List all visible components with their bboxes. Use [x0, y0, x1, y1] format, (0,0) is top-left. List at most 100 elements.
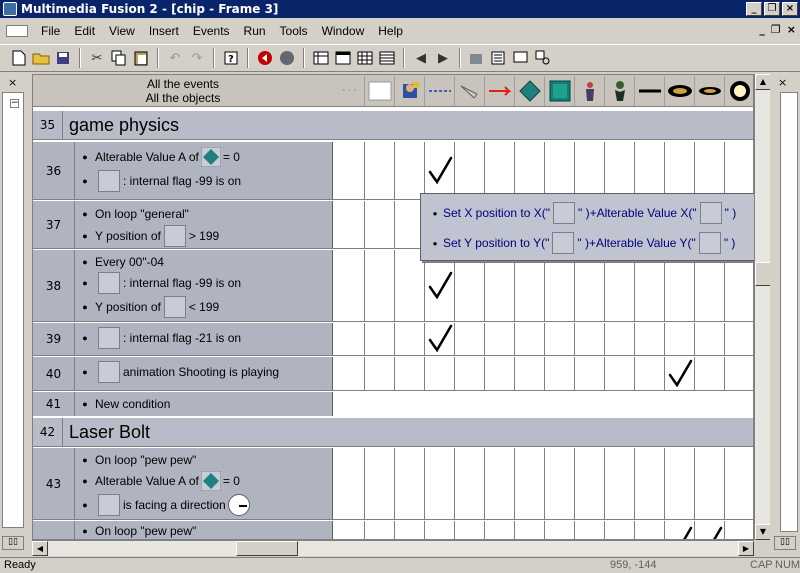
- condition[interactable]: ● Y position of < 199: [75, 295, 332, 319]
- condition[interactable]: ● Y position of > 199: [75, 224, 332, 248]
- action-cell[interactable]: [545, 357, 575, 390]
- action-cell[interactable]: [515, 521, 545, 539]
- action-cell[interactable]: [485, 448, 515, 519]
- insert-event-icon[interactable]: [488, 47, 510, 69]
- mdi-close-button[interactable]: ×: [787, 23, 796, 36]
- condition[interactable]: ● Every 00"-04: [75, 253, 332, 271]
- menu-file[interactable]: File: [34, 24, 67, 38]
- alien-object-icon[interactable]: [605, 75, 635, 106]
- action-cell[interactable]: [335, 142, 365, 199]
- action-cell[interactable]: [635, 323, 665, 355]
- event-list-icon[interactable]: [376, 47, 398, 69]
- previous-icon[interactable]: ◀: [410, 47, 432, 69]
- condition[interactable]: ● On loop "pew pew": [75, 522, 332, 539]
- action-cell[interactable]: [365, 323, 395, 355]
- action-cell[interactable]: [395, 142, 425, 199]
- insert-group-icon[interactable]: [532, 47, 554, 69]
- close-button[interactable]: ×: [782, 2, 798, 16]
- save-icon[interactable]: [52, 47, 74, 69]
- action-cell[interactable]: [545, 521, 575, 539]
- ellipse-object-icon[interactable]: [665, 75, 695, 106]
- action-cell[interactable]: [455, 521, 485, 539]
- menu-tools[interactable]: Tools: [273, 24, 315, 38]
- event-group-row[interactable]: 42 Laser Bolt: [33, 417, 753, 447]
- storyboard-icon[interactable]: [310, 47, 332, 69]
- action-cell[interactable]: [515, 448, 545, 519]
- event-row[interactable]: 40 ● animation Shooting is playing: [33, 357, 753, 391]
- action-cell[interactable]: [545, 323, 575, 355]
- action-cell[interactable]: [635, 142, 665, 199]
- action-cell[interactable]: [725, 357, 753, 390]
- action-cell[interactable]: [605, 323, 635, 355]
- panel-close-icon[interactable]: ×: [778, 76, 787, 89]
- copy-icon[interactable]: [108, 47, 130, 69]
- action-cell[interactable]: [395, 323, 425, 355]
- sound-object-icon[interactable]: [365, 75, 395, 106]
- action-cell[interactable]: [725, 521, 753, 539]
- action-cell[interactable]: [575, 323, 605, 355]
- back-icon[interactable]: [254, 47, 276, 69]
- action-cell[interactable]: [395, 448, 425, 519]
- minimize-button[interactable]: _: [746, 2, 762, 16]
- cut-icon[interactable]: ✂: [86, 47, 108, 69]
- action-cell[interactable]: [425, 142, 455, 199]
- all-events-label[interactable]: All the events: [33, 77, 333, 91]
- action-cell[interactable]: [605, 357, 635, 390]
- condition[interactable]: ●: internal flag -21 is on: [75, 326, 332, 350]
- frame-editor-icon[interactable]: [332, 47, 354, 69]
- panel-object-icon[interactable]: [545, 75, 575, 106]
- ring-object-icon[interactable]: [725, 76, 753, 106]
- action-cell[interactable]: [605, 448, 635, 519]
- action-cell[interactable]: [695, 448, 725, 519]
- action-cell[interactable]: [605, 521, 635, 539]
- action-cell[interactable]: [455, 448, 485, 519]
- action-cell[interactable]: [455, 357, 485, 390]
- action-cell[interactable]: [665, 448, 695, 519]
- menu-window[interactable]: Window: [315, 24, 372, 38]
- soldier-object-icon[interactable]: [575, 75, 605, 106]
- menu-events[interactable]: Events: [186, 24, 237, 38]
- event-row[interactable]: 39 ●: internal flag -21 is on: [33, 323, 753, 356]
- panel-toggle-button[interactable]: ▯▯: [774, 536, 796, 550]
- action-cell[interactable]: [335, 250, 365, 321]
- action-cell[interactable]: [725, 448, 753, 519]
- new-file-icon[interactable]: [8, 47, 30, 69]
- action-cell[interactable]: [335, 448, 365, 519]
- maximize-button[interactable]: ❐: [764, 2, 780, 16]
- action-cell[interactable]: [635, 357, 665, 390]
- action-cell[interactable]: [575, 142, 605, 199]
- diamond-object-icon[interactable]: [515, 75, 545, 106]
- menu-view[interactable]: View: [102, 24, 142, 38]
- action-cell[interactable]: [695, 357, 725, 390]
- next-icon[interactable]: ▶: [432, 47, 454, 69]
- insert-object-icon[interactable]: [466, 47, 488, 69]
- action-cell[interactable]: [665, 357, 695, 390]
- mdi-minimize-button[interactable]: _: [759, 23, 765, 36]
- menu-edit[interactable]: Edit: [67, 24, 102, 38]
- action-cell[interactable]: [515, 357, 545, 390]
- redo-icon[interactable]: ↷: [186, 47, 208, 69]
- action-cell[interactable]: [695, 142, 725, 199]
- action-cell[interactable]: [335, 357, 365, 390]
- paste-icon[interactable]: [130, 47, 152, 69]
- action-cell[interactable]: [365, 250, 395, 321]
- condition[interactable]: ● is facing a direction: [75, 493, 332, 517]
- small-ellipse-object-icon[interactable]: [695, 75, 725, 106]
- action-cell[interactable]: [335, 521, 365, 539]
- action-cell[interactable]: [725, 142, 753, 199]
- action-cell[interactable]: [635, 448, 665, 519]
- action-cell[interactable]: [725, 323, 753, 355]
- undo-icon[interactable]: ↶: [164, 47, 186, 69]
- panel-close-icon[interactable]: ×: [8, 76, 17, 89]
- action-cell[interactable]: [515, 323, 545, 355]
- condition[interactable]: ● On loop "pew pew": [75, 451, 332, 469]
- action-cell[interactable]: [365, 448, 395, 519]
- scroll-up-icon[interactable]: ▲: [755, 74, 771, 90]
- laser-object-icon[interactable]: [425, 75, 455, 106]
- action-cell[interactable]: [425, 323, 455, 355]
- line-object-icon[interactable]: [635, 75, 665, 106]
- condition[interactable]: ●: internal flag -99 is on: [75, 169, 332, 193]
- action-cell[interactable]: [545, 448, 575, 519]
- action-set-x[interactable]: ● Set X position to X(" " )+Alterable Va…: [427, 200, 736, 226]
- vertical-scroll-thumb[interactable]: [755, 262, 771, 286]
